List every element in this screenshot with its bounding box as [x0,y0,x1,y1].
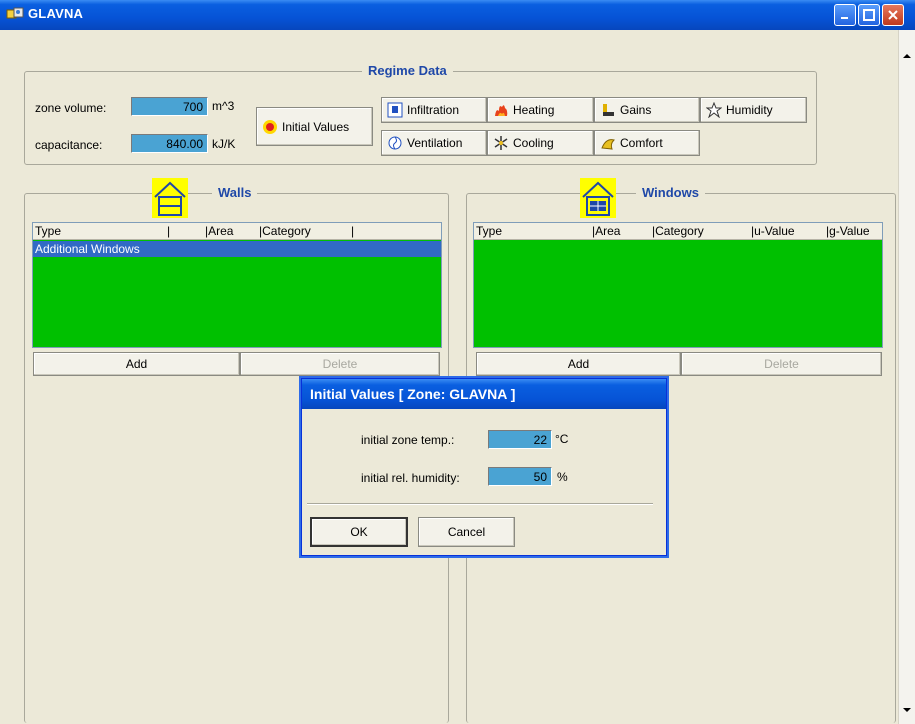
capacitance-unit: kJ/K [212,137,236,151]
zone-volume-unit: m^3 [212,99,235,113]
walls-list-header: Type | |Area |Category | [33,223,441,240]
scroll-down-arrow-icon[interactable] [899,702,915,718]
close-icon [888,10,898,20]
initial-values-label: Initial Values [282,119,350,134]
windows-add-button[interactable]: Add [476,352,681,376]
windows-list[interactable]: Type |Area |Category |u-Value |g-Value [473,222,883,348]
windows-title: Windows [636,185,705,200]
capacitance-label: capacitance: [35,138,103,152]
windows-col-u-value[interactable]: |u-Value [751,224,795,238]
cooling-label: Cooling [513,136,554,150]
infiltration-icon [387,102,403,118]
close-button[interactable] [882,4,904,26]
gains-button[interactable]: Gains [594,97,700,123]
vertical-scrollbar[interactable] [898,30,915,724]
infiltration-button[interactable]: Infiltration [381,97,487,123]
walls-col-end[interactable]: | [351,224,354,238]
walls-col-area[interactable]: |Area [205,224,233,238]
scroll-up-arrow-icon[interactable] [899,48,915,64]
gains-icon [603,104,614,116]
walls-col-category[interactable]: |Category [259,224,311,238]
humidity-field[interactable]: 50 [488,467,552,486]
windows-col-area[interactable]: |Area [592,224,620,238]
humidity-unit: % [557,470,568,484]
comfort-button[interactable]: Comfort [594,130,700,156]
gains-label: Gains [620,103,652,117]
windows-list-header: Type |Area |Category |u-Value |g-Value [474,223,882,240]
ventilation-button[interactable]: Ventilation [381,130,487,156]
regime-data-title: Regime Data [362,63,453,78]
windows-col-g-value[interactable]: |g-Value [826,224,870,238]
capacitance-field[interactable]: 840.00 [131,134,208,153]
minimize-icon [841,17,848,19]
humidity-icon [706,102,722,118]
ventilation-label: Ventilation [407,136,463,150]
walls-col-divider: | [167,224,171,238]
walls-add-button[interactable]: Add [33,352,240,376]
initial-values-button[interactable]: Initial Values [256,107,373,146]
humidity-button[interactable]: Humidity [700,97,807,123]
walls-house-icon [152,178,188,218]
title-bar[interactable]: GLAVNA [0,0,915,30]
comfort-icon [601,139,615,150]
zone-temp-label: initial zone temp.: [361,433,455,447]
comfort-label: Comfort [620,136,663,150]
windows-house-icon [580,178,616,218]
list-item[interactable]: Additional Windows [33,241,441,257]
ok-button[interactable]: OK [310,517,408,547]
zone-temp-field[interactable]: 22 [488,430,552,449]
ventilation-icon [388,136,402,150]
zone-volume-field[interactable]: 700 [131,97,208,116]
humidity-label: Humidity [726,103,773,117]
cooling-button[interactable]: Cooling [487,130,594,156]
zone-temp-unit: °C [555,432,569,446]
walls-delete-button[interactable]: Delete [240,352,440,376]
snowflake-icon [494,136,508,150]
walls-col-type[interactable]: Type [35,224,61,238]
humidity-label: initial rel. humidity: [361,471,460,485]
walls-title: Walls [212,185,258,200]
infiltration-label: Infiltration [407,103,460,117]
dialog-separator [307,503,653,505]
windows-delete-button[interactable]: Delete [681,352,882,376]
window-title: GLAVNA [28,6,84,21]
dialog-title[interactable]: Initial Values [ Zone: GLAVNA ] [302,379,666,409]
zone-volume-label: zone volume: [35,101,107,115]
sun-gear-icon [263,119,277,134]
minimize-button[interactable] [834,4,856,26]
app-icon [6,7,24,19]
windows-col-category[interactable]: |Category [652,224,704,238]
initial-values-dialog: Initial Values [ Zone: GLAVNA ] initial … [301,378,667,556]
walls-list[interactable]: Type | |Area |Category | Additional Wind… [32,222,442,348]
cancel-button[interactable]: Cancel [418,517,515,547]
maximize-icon [863,9,875,21]
maximize-button[interactable] [858,4,880,26]
windows-col-type[interactable]: Type [476,224,502,238]
heating-label: Heating [513,103,555,117]
heating-button[interactable]: Heating [487,97,594,123]
fire-icon [495,105,508,116]
